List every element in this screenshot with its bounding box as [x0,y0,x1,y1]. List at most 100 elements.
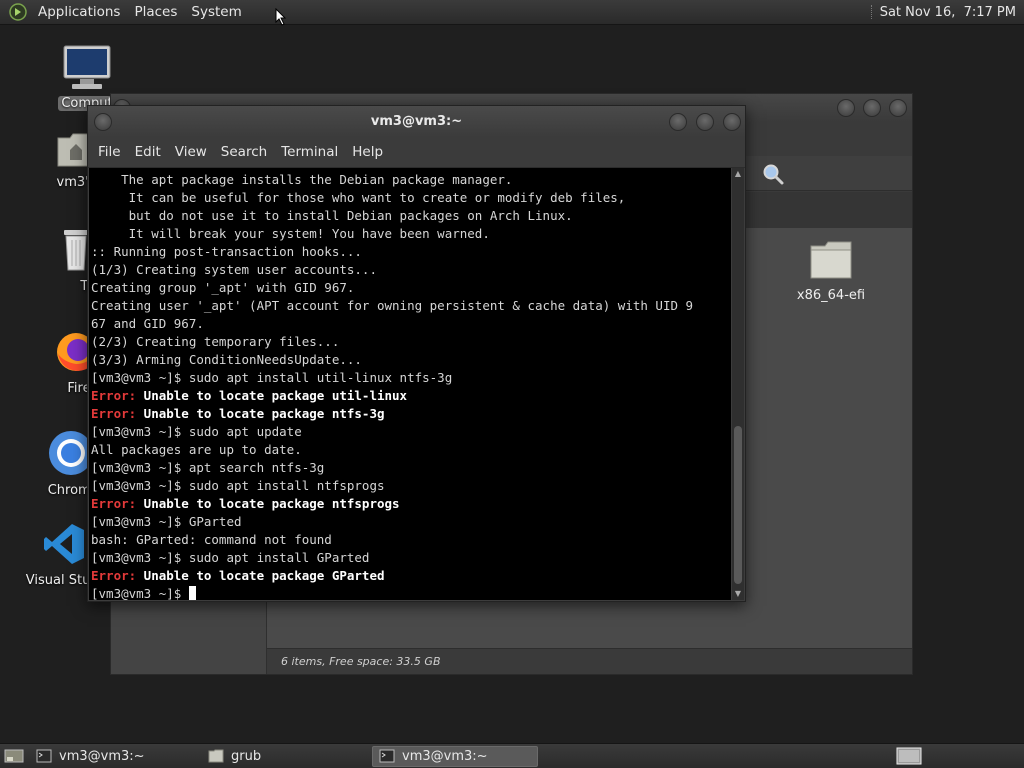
maximize-button[interactable] [863,99,881,117]
line-text: Creating group '_apt' with GID 967. [91,280,355,295]
status-bar: 6 items, Free space: 33.5 GB [267,648,912,674]
line-text: (2/3) Creating temporary files... [91,334,340,349]
terminal-line: bash: GParted: command not found [91,531,731,549]
terminal-line: The apt package installs the Debian pack… [91,171,731,189]
taskbar-label: vm3@vm3:~ [402,748,488,764]
file-item[interactable]: x86_64-efi [781,240,881,303]
terminal-line: [vm3@vm3 ~]$ apt search ntfs-3g [91,459,731,477]
terminal-line: [vm3@vm3 ~]$ sudo apt install GParted [91,549,731,567]
line-text: (3/3) Arming ConditionNeedsUpdate... [91,352,362,367]
line-text: [vm3@vm3 ~]$ sudo apt install util-linux… [91,370,453,385]
line-text: :: Running post-transaction hooks... [91,244,362,259]
line-text: The apt package installs the Debian pack… [91,172,513,187]
error-label: Error: [91,406,137,421]
file-item-label: x86_64-efi [796,288,866,303]
terminal-line: (1/3) Creating system user accounts... [91,261,731,279]
terminal-line: but do not use it to install Debian pack… [91,207,731,225]
taskbar-button[interactable]: grub [202,746,366,767]
taskbar-button[interactable]: vm3@vm3:~ [30,746,196,767]
computer-icon [62,44,112,96]
terminal-line: (2/3) Creating temporary files... [91,333,731,351]
error-message: Unable to locate package GParted [136,568,385,583]
menu-search[interactable]: Search [214,144,274,160]
scrollbar-thumb[interactable] [734,426,742,584]
minimize-button[interactable] [669,113,687,131]
clock[interactable]: Sat Nov 16, 7:17 PM [880,5,1016,20]
line-text: [vm3@vm3 ~]$ sudo apt install ntfsprogs [91,478,385,493]
terminal-text: The apt package installs the Debian pack… [89,168,731,600]
terminal-output[interactable]: The apt package installs the Debian pack… [89,168,731,600]
terminal-line: [vm3@vm3 ~]$ sudo apt install util-linux… [91,369,731,387]
line-text: but do not use it to install Debian pack… [91,208,573,223]
terminal-line: Error: Unable to locate package GParted [91,567,731,585]
close-button[interactable] [889,99,907,117]
line-text: (1/3) Creating system user accounts... [91,262,377,277]
terminal-line: All packages are up to date. [91,441,731,459]
terminal-menubar: File Edit View Search Terminal Help [88,137,745,168]
line-text: [vm3@vm3 ~]$ apt search ntfs-3g [91,460,325,475]
show-desktop-icon[interactable] [4,748,24,764]
scroll-down-icon[interactable]: ▼ [734,590,742,598]
error-message: Unable to locate package ntfs-3g [136,406,385,421]
menu-terminal[interactable]: Terminal [274,144,345,160]
applications-menu[interactable]: Applications [31,0,127,25]
terminal-scrollbar[interactable]: ▲ ▼ [732,168,744,600]
error-message: Unable to locate package ntfsprogs [136,496,400,511]
places-menu[interactable]: Places [127,0,184,25]
mouse-pointer-icon [275,7,287,30]
menu-help[interactable]: Help [345,144,390,160]
folder-icon [208,749,224,763]
menu-edit[interactable]: Edit [128,144,168,160]
line-text: [vm3@vm3 ~]$ [91,586,189,600]
error-label: Error: [91,496,137,511]
terminal-line: Error: Unable to locate package ntfs-3g [91,405,731,423]
terminal-line: Error: Unable to locate package util-lin… [91,387,731,405]
terminal-line: It will break your system! You have been… [91,225,731,243]
terminal-icon [379,749,395,763]
line-text: Creating user '_apt' (APT account for ow… [91,298,694,313]
vscode-icon [42,522,86,570]
terminal-line: Creating group '_apt' with GID 967. [91,279,731,297]
menu-file[interactable]: File [91,144,128,160]
folder-icon [809,240,853,284]
search-icon[interactable] [761,162,785,186]
terminal-line: [vm3@vm3 ~]$ sudo apt update [91,423,731,441]
bottom-panel: vm3@vm3:~ grub vm3@vm3:~ [0,743,1024,768]
line-text: [vm3@vm3 ~]$ sudo apt install GParted [91,550,370,565]
terminal-window: vm3@vm3:~ File Edit View Search Terminal… [87,105,746,602]
workspace-switcher-icon[interactable] [896,747,922,765]
error-label: Error: [91,388,137,403]
clock-area: Sat Nov 16, 7:17 PM [870,5,1024,20]
close-button[interactable] [723,113,741,131]
top-panel: Applications Places System Sat Nov 16, 7… [0,0,1024,26]
terminal-line: 67 and GID 967. [91,315,731,333]
error-label: Error: [91,568,137,583]
terminal-line: [vm3@vm3 ~]$ sudo apt install ntfsprogs [91,477,731,495]
line-text: All packages are up to date. [91,442,302,457]
text-cursor [188,586,196,600]
maximize-button[interactable] [696,113,714,131]
line-text: [vm3@vm3 ~]$ GParted [91,514,242,529]
panel-menus: Applications Places System [0,0,249,25]
menu-view[interactable]: View [168,144,214,160]
terminal-line: [vm3@vm3 ~]$ [91,585,731,600]
terminal-line: Error: Unable to locate package ntfsprog… [91,495,731,513]
window-title: vm3@vm3:~ [370,114,463,129]
line-text: [vm3@vm3 ~]$ sudo apt update [91,424,302,439]
scroll-up-icon[interactable]: ▲ [734,170,742,178]
terminal-line: It can be useful for those who want to c… [91,189,731,207]
line-text: bash: GParted: command not found [91,532,332,547]
terminal-titlebar[interactable]: vm3@vm3:~ [88,106,745,137]
terminal-line: Creating user '_apt' (APT account for ow… [91,297,731,315]
terminal-line: (3/3) Arming ConditionNeedsUpdate... [91,351,731,369]
mate-logo-icon[interactable] [9,3,27,21]
taskbar-button[interactable]: vm3@vm3:~ [372,745,538,767]
line-text: It can be useful for those who want to c… [91,190,626,205]
taskbar-label: vm3@vm3:~ [59,748,145,764]
terminal-line: [vm3@vm3 ~]$ GParted [91,513,731,531]
panel-separator [870,5,874,19]
line-text: 67 and GID 967. [91,316,204,331]
system-menu[interactable]: System [184,0,248,25]
minimize-button[interactable] [837,99,855,117]
taskbar-label: grub [231,748,262,764]
